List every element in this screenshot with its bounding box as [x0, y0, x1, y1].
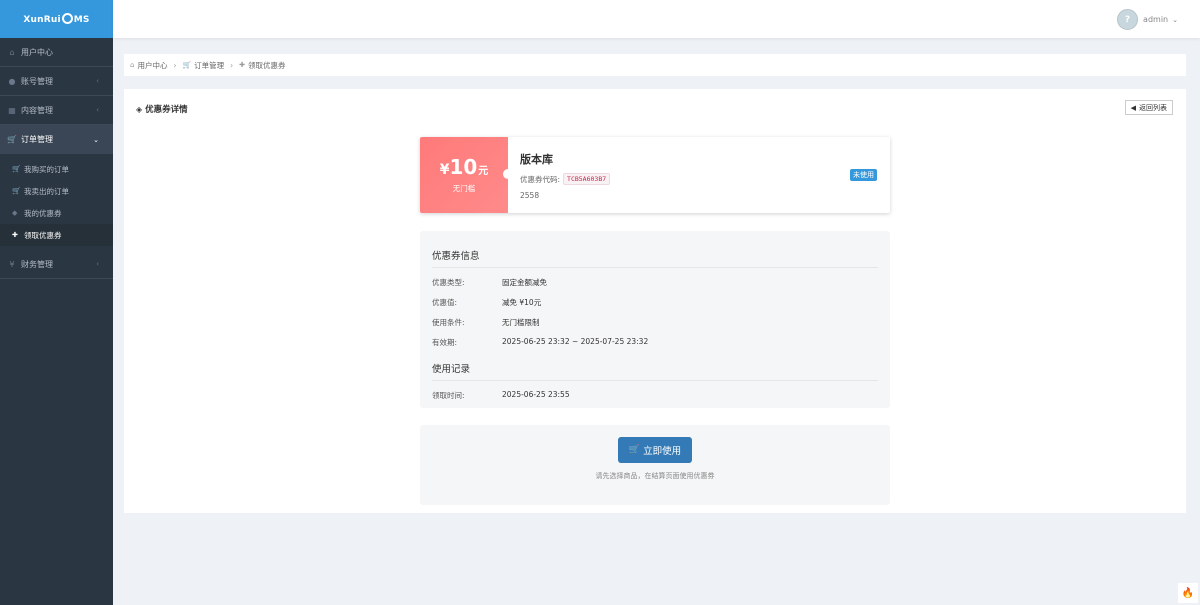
usage-hint: 请先选择商品，在结算页面使用优惠券	[595, 472, 715, 480]
breadcrumb: ⌂ 用户中心 › 🛒 订单管理 › ✚ 领取优惠券	[124, 54, 1186, 76]
breadcrumb-item-get-coupons: 领取优惠券	[248, 60, 286, 70]
use-now-button[interactable]: 🛒 立即使用	[618, 437, 692, 463]
username: admin	[1143, 15, 1169, 24]
record-row: 领取时间: 2025-06-25 23:55	[432, 390, 878, 401]
info-key: 优惠类型:	[432, 278, 465, 287]
action-panel: 🛒 立即使用 请先选择商品，在结算页面使用优惠券	[420, 425, 890, 505]
sidebar-subitem-sold-orders[interactable]: 🛒 我卖出的订单	[0, 180, 113, 202]
info-row: 使用条件: 无门槛限制	[432, 317, 878, 328]
coupon-amount: ¥10元	[439, 154, 489, 179]
logo-bar[interactable]: XunRui MS	[0, 0, 113, 38]
info-row: 有效期: 2025-06-25 23:32 ~ 2025-07-25 23:32	[432, 337, 878, 348]
sidebar: XunRui MS ⌂ 用户中心 ● 账号管理 ‹ ▦ 内容管理 ‹ 🛒 订单管理…	[0, 0, 113, 605]
sidebar-subitem-get-coupons[interactable]: ✚ 领取优惠券	[0, 224, 113, 246]
cart-icon: 🛒	[12, 165, 21, 173]
plus-icon: ✚	[239, 61, 246, 69]
plus-icon: ✚	[12, 231, 18, 239]
chevron-left-icon: ‹	[96, 77, 99, 85]
info-key: 优惠值:	[432, 298, 458, 307]
sidebar-item-user-center[interactable]: ⌂ 用户中心	[0, 38, 113, 67]
cart-icon: 🛒	[628, 445, 641, 455]
record-value: 2025-06-25 23:55	[502, 390, 570, 399]
sidebar-subitem-label: 我的优惠券	[24, 208, 62, 218]
sidebar-subitem-label: 领取优惠券	[24, 230, 62, 240]
chevron-left-icon: ‹	[96, 106, 99, 114]
coupon-detail-card: ◈ 优惠券详情 ◀ 返回列表 ¥10元 无门槛 版本库 优惠券代码: TCB5A60…	[124, 89, 1186, 513]
avatar: ?	[1117, 9, 1139, 30]
home-icon: ⌂	[130, 61, 135, 69]
record-key: 领取时间:	[432, 391, 465, 400]
sidebar-item-content[interactable]: ▦ 内容管理 ‹	[0, 96, 113, 125]
cart-icon: 🛒	[7, 135, 17, 144]
sidebar-item-label: 内容管理	[21, 105, 53, 115]
info-value: 无门槛限制	[502, 318, 540, 327]
tag-icon: ◆	[12, 209, 18, 217]
coupon-name: 版本库	[520, 153, 553, 166]
sidebar-item-orders[interactable]: 🛒 订单管理 ⌄	[0, 125, 113, 154]
coupon-code-row: 优惠券代码: TCB5A603B7	[520, 173, 611, 185]
back-to-list-button[interactable]: ◀ 返回列表	[1124, 100, 1173, 115]
cart-icon: 🛒	[12, 187, 21, 195]
user-icon: ●	[8, 76, 16, 86]
sidebar-item-label: 用户中心	[21, 47, 53, 57]
status-badge: 未使用	[850, 169, 877, 181]
sidebar-item-account[interactable]: ● 账号管理 ‹	[0, 67, 113, 96]
logo: XunRui MS	[23, 13, 90, 25]
chevron-down-icon: ⌄	[93, 135, 99, 144]
info-row: 优惠类型: 固定金额减免	[432, 277, 878, 288]
info-value: 减免 ¥10元	[502, 298, 542, 307]
coupon-notch	[503, 169, 513, 179]
section-title-coupon-info: 优惠券信息	[432, 248, 878, 268]
coupon-condition: 无门槛	[452, 183, 476, 193]
coupon-code: TCB5A603B7	[563, 173, 611, 185]
coupon-code-label: 优惠券代码:	[520, 174, 561, 184]
sidebar-item-label: 账号管理	[21, 76, 53, 86]
yen-icon: ¥	[9, 259, 15, 269]
sidebar-item-label: 财务管理	[21, 259, 53, 269]
chevron-right-icon: ›	[173, 60, 177, 70]
cart-icon: 🛒	[182, 61, 192, 69]
user-menu[interactable]: ? admin ⌄	[1117, 9, 1178, 30]
sidebar-item-label: 订单管理	[21, 135, 53, 144]
home-icon: ⌂	[9, 47, 15, 57]
info-key: 有效期:	[432, 338, 458, 347]
fire-icon[interactable]: 🔥	[1178, 583, 1198, 603]
breadcrumb-item-orders[interactable]: 订单管理	[194, 60, 224, 71]
coupon-id: 2558	[520, 191, 540, 200]
section-title-usage-records: 使用记录	[432, 361, 878, 381]
breadcrumb-item-user-center[interactable]: 用户中心	[137, 60, 167, 71]
arrow-left-icon: ◀	[1130, 103, 1136, 112]
info-row: 优惠值: 减免 ¥10元	[432, 297, 878, 308]
coupon-value-panel: ¥10元 无门槛	[420, 137, 508, 213]
page-title: ◈ 优惠券详情	[136, 105, 188, 115]
chevron-right-icon: ›	[230, 60, 234, 70]
sidebar-subitem-bought-orders[interactable]: 🛒 我购买的订单	[0, 158, 113, 180]
sidebar-subitem-label: 我购买的订单	[24, 164, 69, 174]
tag-icon: ◈	[136, 105, 143, 114]
chevron-left-icon: ‹	[96, 260, 99, 268]
sidebar-item-finance[interactable]: ¥ 财务管理 ‹	[0, 250, 113, 279]
coupon-ticket: ¥10元 无门槛 版本库 优惠券代码: TCB5A603B7 2558 未使用	[420, 137, 890, 213]
sidebar-submenu: 🛒 我购买的订单 🛒 我卖出的订单 ◆ 我的优惠券 ✚ 领取优惠券	[0, 154, 113, 250]
info-key: 使用条件:	[432, 318, 465, 327]
grid-icon: ▦	[8, 105, 16, 115]
coupon-info-panel: 优惠券信息 优惠类型: 固定金额减免 优惠值: 减免 ¥10元 使用条件: 无门…	[420, 231, 890, 408]
sidebar-subitem-label: 我卖出的订单	[24, 186, 69, 196]
sidebar-subitem-my-coupons[interactable]: ◆ 我的优惠券	[0, 202, 113, 224]
info-value: 2025-06-25 23:32 ~ 2025-07-25 23:32	[502, 337, 649, 346]
chevron-down-icon: ⌄	[1172, 15, 1178, 24]
top-header: ? admin ⌄	[113, 0, 1200, 38]
info-value: 固定金额减免	[502, 278, 547, 287]
